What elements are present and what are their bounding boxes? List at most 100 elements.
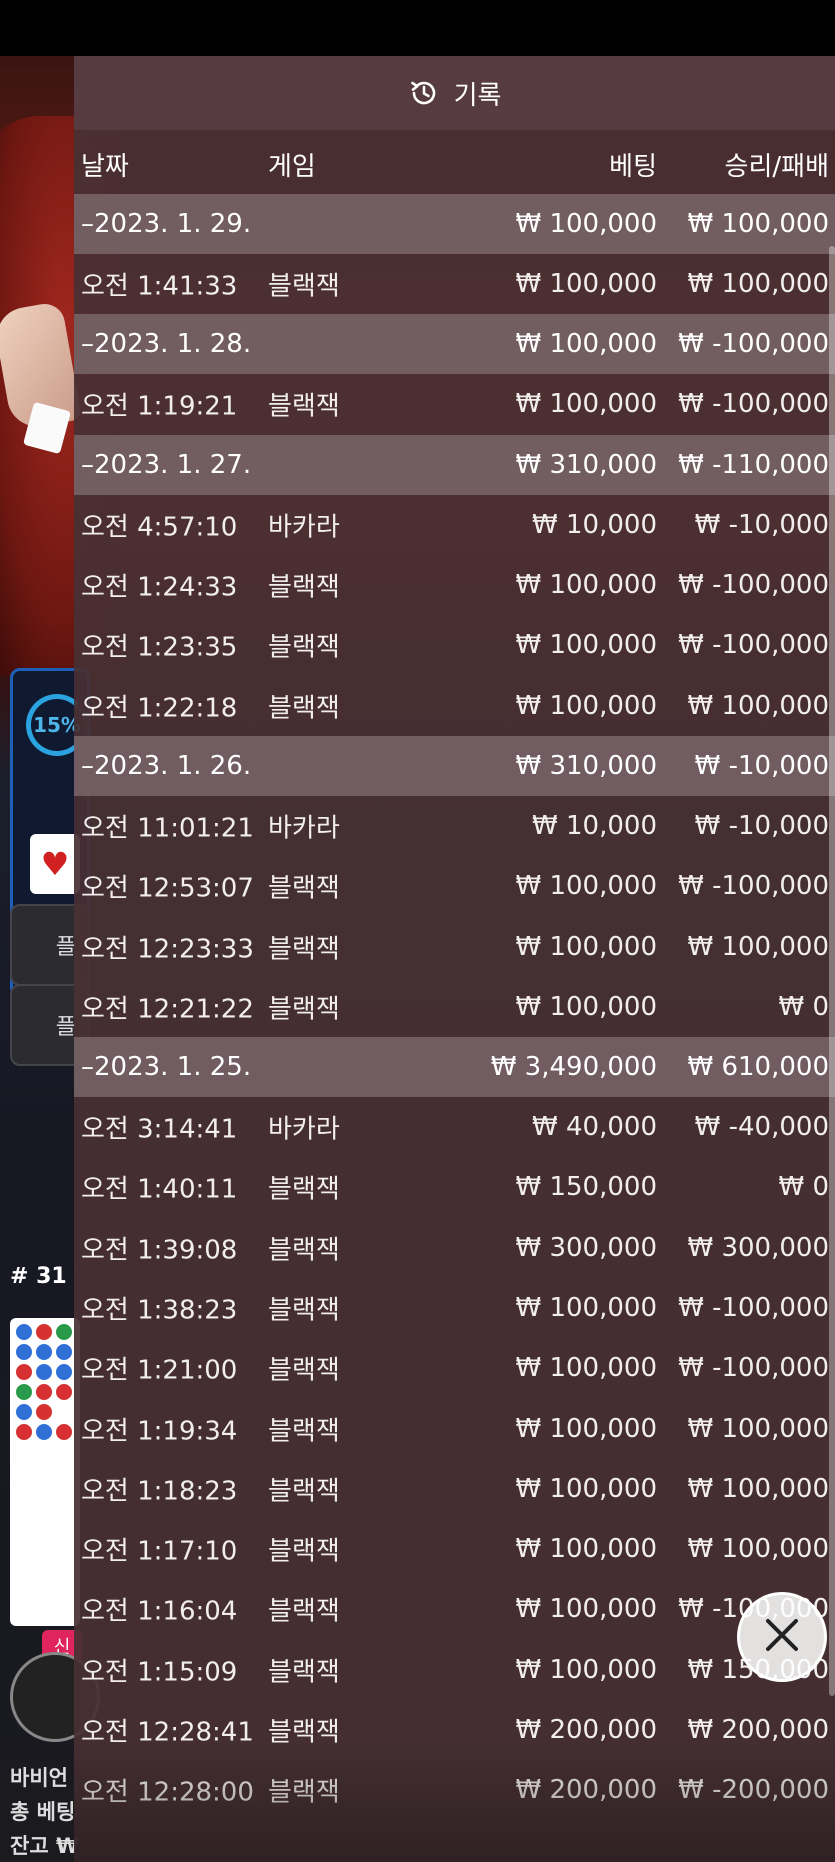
history-row[interactable]: 오전 12:23:33 블랙잭 ₩ 100,000 ₩ 100,000 bbox=[74, 916, 835, 976]
entry-time: 오전 12:28:41 bbox=[81, 1717, 254, 1748]
panel-title: 기록 bbox=[453, 80, 502, 111]
entry-time: 오전 1:22:18 bbox=[81, 693, 238, 724]
day-result-total: ₩ -100,000 bbox=[678, 329, 829, 360]
entry-time: 오전 4:57:10 bbox=[81, 512, 238, 543]
history-panel: 기록 날짜 게임 베팅 승리/패배 –2023. 1. 29. ₩ 100,000… bbox=[74, 56, 835, 1862]
day-bet-total: ₩ 3,490,000 bbox=[490, 1051, 657, 1082]
history-row[interactable]: 오전 12:28:41 블랙잭 ₩ 200,000 ₩ 200,000 bbox=[74, 1700, 835, 1760]
entry-result: ₩ 0 bbox=[778, 1172, 829, 1203]
history-row[interactable]: 오전 12:53:07 블랙잭 ₩ 100,000 ₩ -100,000 bbox=[74, 856, 835, 916]
entry-bet: ₩ 100,000 bbox=[515, 871, 658, 902]
entry-bet: ₩ 100,000 bbox=[515, 991, 658, 1022]
day-bet-total: ₩ 310,000 bbox=[515, 750, 658, 781]
heart-card-icon: ♥ bbox=[30, 834, 80, 894]
day-result-total: ₩ -10,000 bbox=[694, 750, 829, 781]
day-result-total: ₩ 610,000 bbox=[687, 1051, 830, 1082]
day-row[interactable]: –2023. 1. 27. ₩ 310,000 ₩ -110,000 bbox=[74, 434, 835, 495]
entry-time: 오전 1:39:08 bbox=[81, 1235, 238, 1266]
entry-bet: ₩ 100,000 bbox=[515, 389, 658, 420]
panel-header: 기록 bbox=[74, 56, 835, 130]
day-row[interactable]: –2023. 1. 29. ₩ 100,000 ₩ 100,000 bbox=[74, 194, 835, 254]
entry-time: 오전 1:19:34 bbox=[81, 1416, 238, 1447]
history-row[interactable]: 오전 12:28:00 블랙잭 ₩ 200,000 ₩ -200,000 bbox=[74, 1760, 835, 1820]
entry-bet: ₩ 100,000 bbox=[515, 269, 658, 300]
entry-game: 블랙잭 bbox=[268, 1174, 340, 1205]
day-bet-total: ₩ 100,000 bbox=[515, 209, 658, 239]
history-row[interactable]: 오전 1:38:23 블랙잭 ₩ 100,000 ₩ -100,000 bbox=[74, 1278, 835, 1338]
history-row[interactable]: 오전 1:18:23 블랙잭 ₩ 100,000 ₩ 100,000 bbox=[74, 1459, 835, 1519]
history-row[interactable]: 오전 4:57:10 바카라 ₩ 10,000 ₩ -10,000 bbox=[74, 495, 835, 555]
entry-game: 블랙잭 bbox=[268, 632, 340, 663]
day-date: –2023. 1. 26. bbox=[81, 750, 252, 781]
column-date: 날짜 bbox=[81, 152, 129, 182]
history-row[interactable]: 오전 1:24:33 블랙잭 ₩ 100,000 ₩ -100,000 bbox=[74, 555, 835, 615]
history-row[interactable]: 오전 1:23:35 블랙잭 ₩ 100,000 ₩ -100,000 bbox=[74, 615, 835, 675]
history-row[interactable]: 오전 11:01:21 바카라 ₩ 10,000 ₩ -10,000 bbox=[74, 796, 835, 856]
entry-result: ₩ 100,000 bbox=[687, 690, 830, 721]
entry-bet: ₩ 10,000 bbox=[532, 509, 657, 540]
column-game: 게임 bbox=[268, 152, 316, 182]
day-row[interactable]: –2023. 1. 28. ₩ 100,000 ₩ -100,000 bbox=[74, 314, 835, 375]
history-row[interactable]: 오전 1:19:34 블랙잭 ₩ 100,000 ₩ 100,000 bbox=[74, 1398, 835, 1458]
entry-time: 오전 12:21:22 bbox=[81, 994, 254, 1025]
day-row[interactable]: –2023. 1. 26. ₩ 310,000 ₩ -10,000 bbox=[74, 735, 835, 796]
entry-result: ₩ 100,000 bbox=[687, 1473, 830, 1504]
history-row[interactable]: 오전 1:17:10 블랙잭 ₩ 100,000 ₩ 100,000 bbox=[74, 1519, 835, 1579]
day-date: –2023. 1. 27. bbox=[81, 449, 252, 480]
entry-result: ₩ 100,000 bbox=[687, 1534, 830, 1565]
entry-game: 블랙잭 bbox=[268, 873, 340, 904]
entry-game: 블랙잭 bbox=[268, 1777, 340, 1808]
entry-time: 오전 11:01:21 bbox=[81, 813, 254, 844]
history-row[interactable]: 오전 1:15:09블랙잭₩ 100,000₩ 150,000 bbox=[74, 1640, 835, 1700]
entry-result: ₩ 100,000 bbox=[687, 269, 830, 300]
history-row[interactable]: 오전 1:40:11 블랙잭 ₩ 150,000 ₩ 0 bbox=[74, 1157, 835, 1217]
scrollbar[interactable] bbox=[829, 246, 835, 1696]
entry-time: 오전 1:17:10 bbox=[81, 1536, 238, 1567]
history-row[interactable]: 오전 1:39:08 블랙잭 ₩ 300,000 ₩ 300,000 bbox=[74, 1218, 835, 1278]
entry-result: ₩ -10,000 bbox=[694, 509, 829, 540]
entry-result: ₩ -100,000 bbox=[678, 871, 829, 902]
entry-bet: ₩ 100,000 bbox=[515, 1534, 658, 1565]
history-list[interactable]: –2023. 1. 29. ₩ 100,000 ₩ 100,000 오전 1:41:3… bbox=[74, 194, 835, 1821]
history-row[interactable]: 오전 1:19:21 블랙잭 ₩ 100,000 ₩ -100,000 bbox=[74, 374, 835, 434]
history-row[interactable]: 오전 1:21:00 블랙잭 ₩ 100,000 ₩ -100,000 bbox=[74, 1338, 835, 1398]
entry-result: ₩ -40,000 bbox=[694, 1112, 829, 1143]
entry-bet: ₩ 100,000 bbox=[515, 931, 658, 962]
entry-time: 오전 1:19:21 bbox=[81, 391, 238, 422]
entry-game: 블랙잭 bbox=[268, 1536, 340, 1567]
entry-result: ₩ -100,000 bbox=[678, 570, 829, 601]
entry-bet: ₩ 100,000 bbox=[515, 570, 658, 601]
entry-game: 블랙잭 bbox=[268, 1476, 340, 1507]
round-number: # 31 bbox=[10, 1264, 67, 1289]
day-result-total: ₩ 100,000 bbox=[687, 209, 830, 239]
history-row[interactable]: 오전 3:14:41 바카라 ₩ 40,000 ₩ -40,000 bbox=[74, 1097, 835, 1157]
history-row[interactable]: 오전 1:22:18 블랙잭 ₩ 100,000 ₩ 100,000 bbox=[74, 675, 835, 735]
entry-bet: ₩ 300,000 bbox=[515, 1232, 658, 1263]
entry-game: 블랙잭 bbox=[268, 1416, 340, 1447]
entry-bet: ₩ 10,000 bbox=[532, 810, 657, 841]
entry-time: 오전 1:15:09 bbox=[81, 1657, 238, 1688]
close-button[interactable] bbox=[737, 1592, 827, 1682]
column-result: 승리/패배 bbox=[724, 152, 829, 182]
close-icon bbox=[762, 1615, 802, 1659]
entry-result: ₩ 0 bbox=[778, 991, 829, 1022]
entry-result: ₩ -200,000 bbox=[678, 1775, 829, 1806]
bg-text-3: 잔고 ₩ bbox=[10, 1834, 80, 1858]
entry-bet: ₩ 200,000 bbox=[515, 1775, 658, 1806]
history-row[interactable]: 오전 1:41:33 블랙잭 ₩ 100,000 ₩ 100,000 bbox=[74, 254, 835, 314]
entry-result: ₩ 100,000 bbox=[687, 1413, 830, 1444]
entry-result: ₩ -100,000 bbox=[678, 389, 829, 420]
entry-time: 오전 1:23:35 bbox=[81, 632, 238, 663]
entry-bet: ₩ 100,000 bbox=[515, 1654, 658, 1685]
entry-game: 블랙잭 bbox=[268, 934, 340, 965]
entry-result: ₩ -10,000 bbox=[694, 810, 829, 841]
entry-game: 블랙잭 bbox=[268, 1657, 340, 1688]
entry-game: 바카라 bbox=[268, 512, 340, 543]
entry-bet: ₩ 100,000 bbox=[515, 630, 658, 661]
day-row[interactable]: –2023. 1. 25. ₩ 3,490,000 ₩ 610,000 bbox=[74, 1036, 835, 1097]
history-row[interactable]: 오전 12:21:22 블랙잭 ₩ 100,000 ₩ 0 bbox=[74, 977, 835, 1037]
entry-game: 블랙잭 bbox=[268, 1235, 340, 1266]
history-row[interactable]: 오전 1:16:04블랙잭₩ 100,000₩ -100,000 bbox=[74, 1579, 835, 1639]
entry-game: 블랙잭 bbox=[268, 271, 340, 302]
entry-result: ₩ -100,000 bbox=[678, 1353, 829, 1384]
